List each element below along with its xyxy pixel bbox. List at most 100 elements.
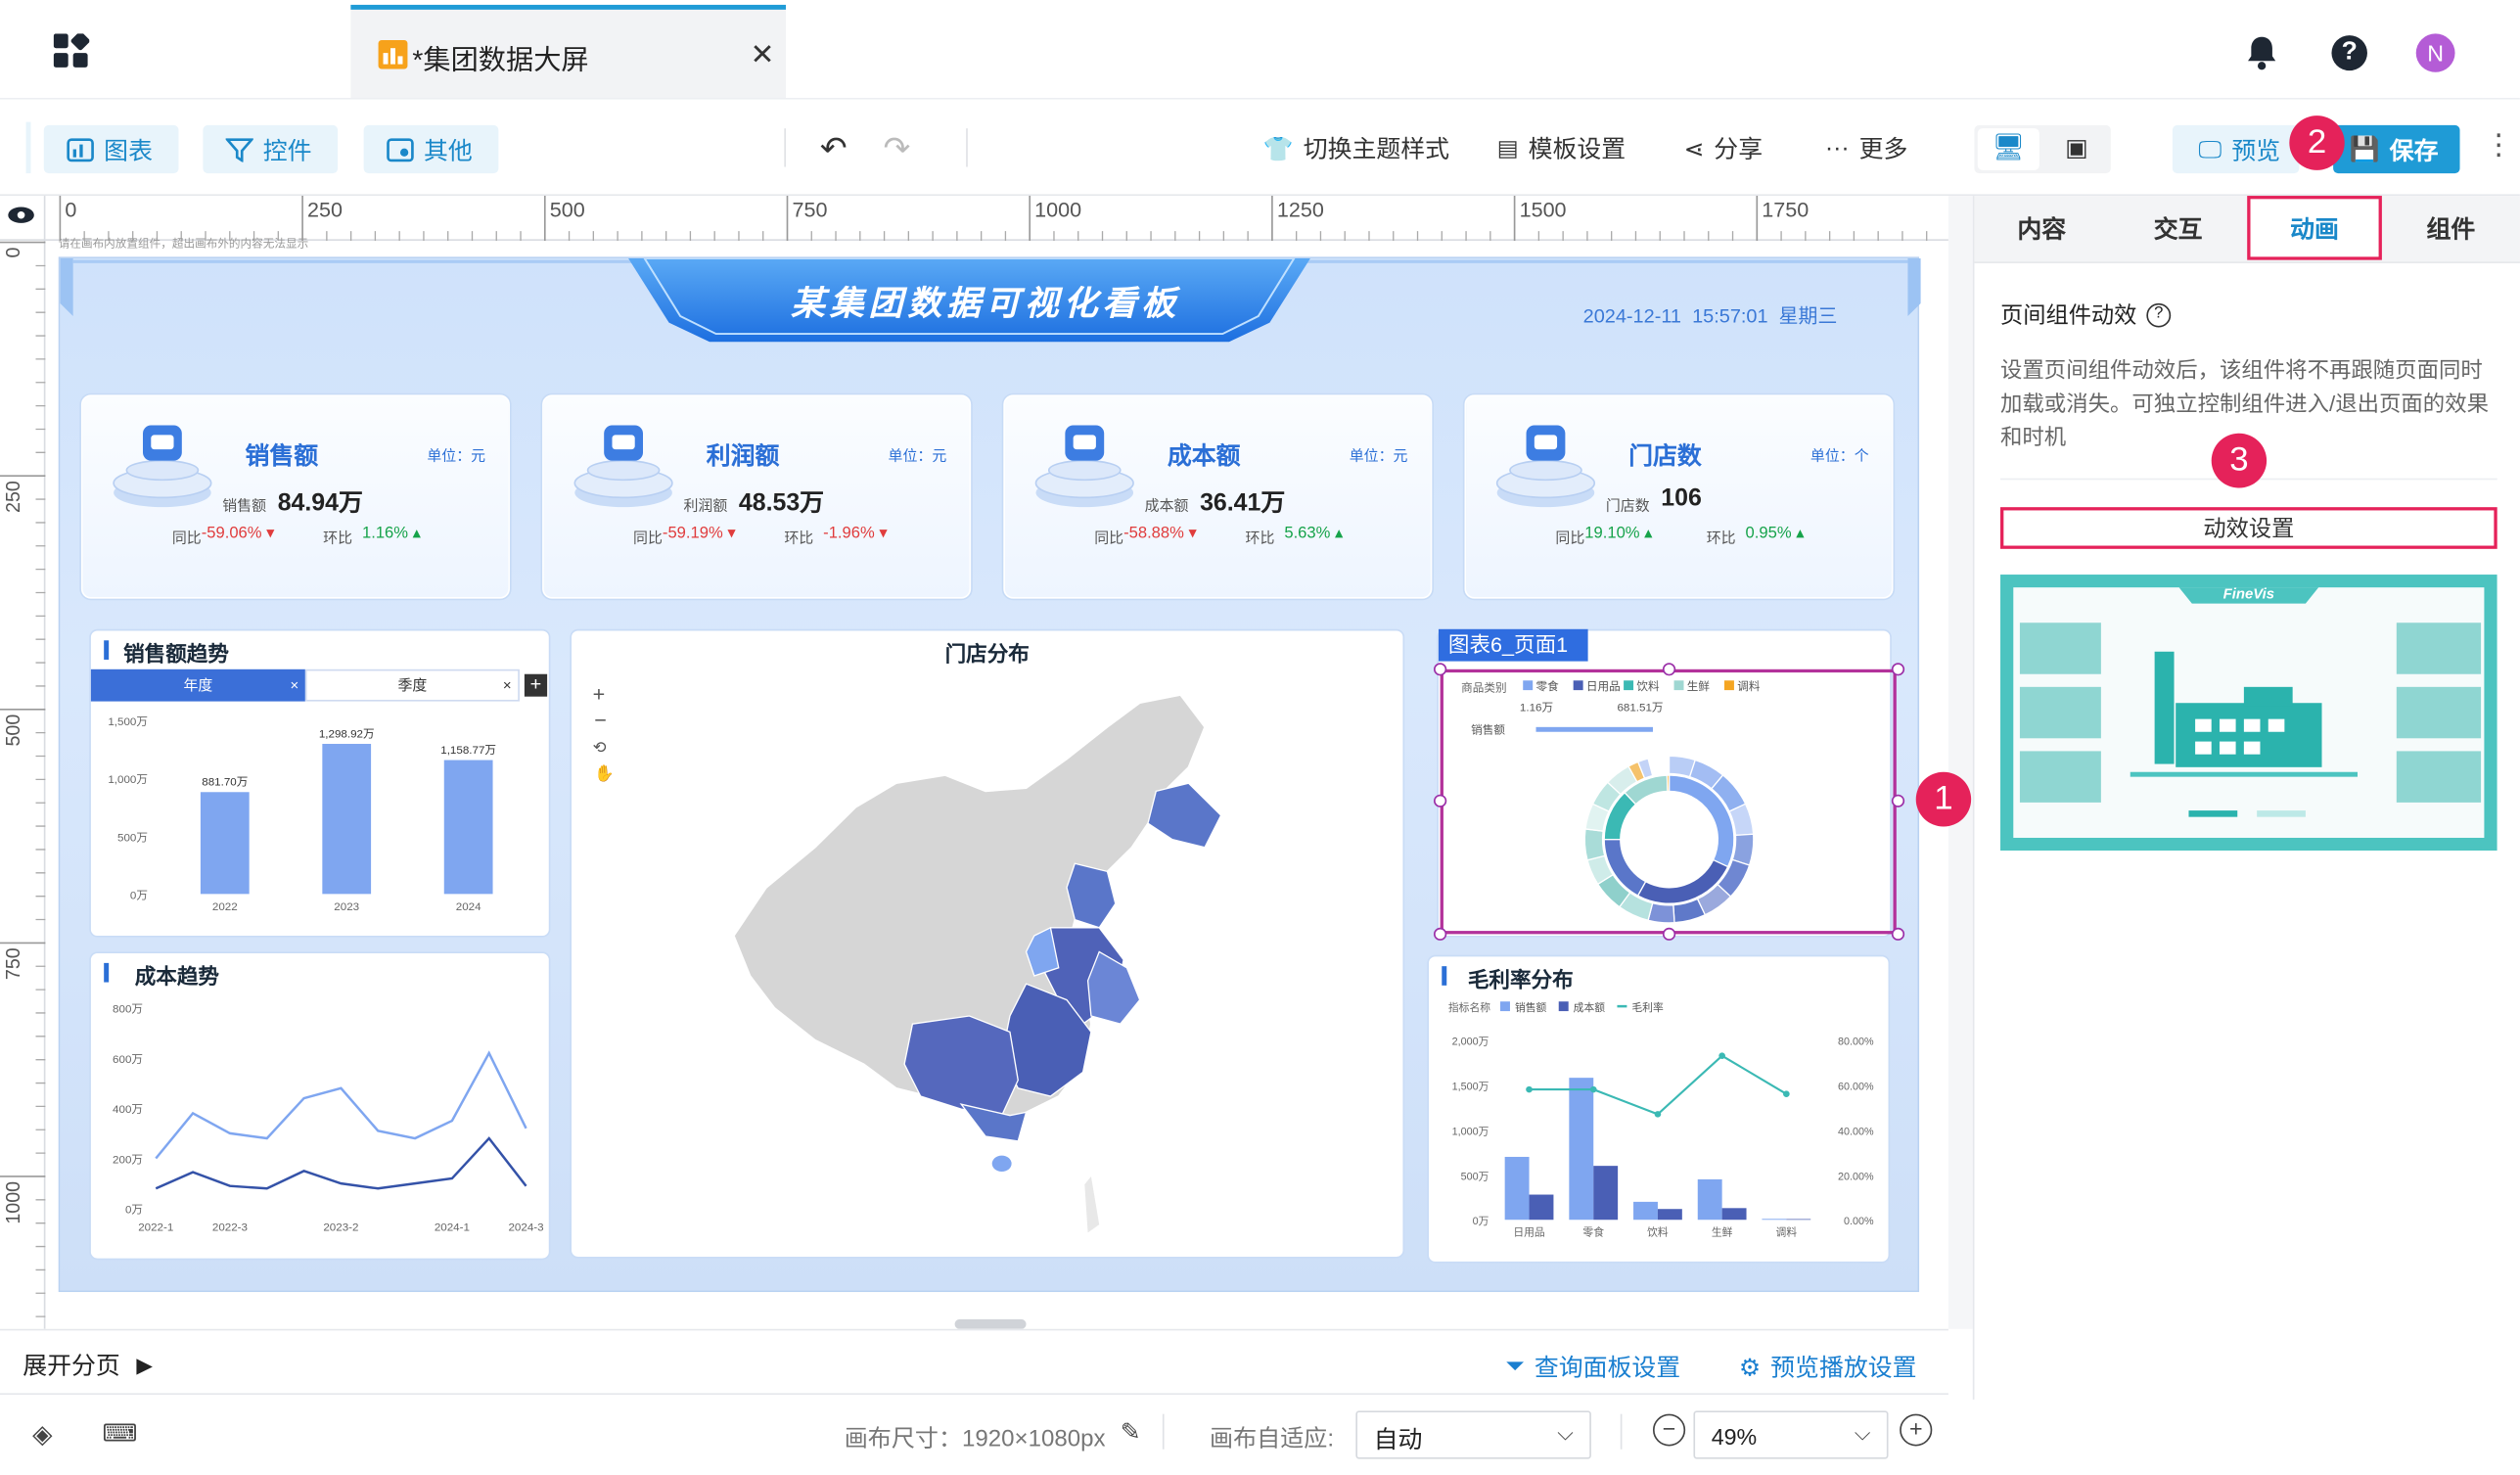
cost-bar[interactable] [1657,1209,1682,1221]
sales-bar[interactable] [1697,1178,1722,1221]
cost-bar[interactable] [1593,1166,1619,1221]
resize-handle-br[interactable] [1891,927,1905,941]
sales-bar[interactable] [1504,1156,1530,1221]
adapt-label: 画布自适应: [1210,1426,1335,1453]
bar[interactable] [443,760,493,895]
close-year-tab-icon[interactable]: × [291,669,299,702]
map-zoom-in-icon[interactable]: + [593,682,606,707]
preview-button[interactable]: 🖵 预览 [2172,124,2300,174]
eye-toggle-icon[interactable] [0,196,46,241]
save-button[interactable]: 💾 保存 [2333,124,2460,174]
cost-trend-panel[interactable]: 成本趋势 0万 200万 400万 600万 800万 2022-1 2022-3 2023-… [90,953,549,1259]
template-settings-button[interactable]: ▤ 模板设置 [1497,131,1626,164]
cost-line-chart[interactable]: 0万 200万 400万 600万 800万 2022-1 2022-3 2023-2 2024… [91,989,549,1255]
layers-icon[interactable]: ◈ [32,1419,52,1452]
tab-interaction[interactable]: 交互 [2111,196,2246,260]
margin-rate-point[interactable] [1589,1085,1597,1093]
tab-dashboard[interactable]: *集团数据大屏 ✕ [350,4,787,99]
margin-rate-point[interactable] [1718,1052,1725,1059]
cost-bar[interactable] [1721,1208,1747,1221]
other-button[interactable]: 其他 [363,124,499,174]
mobile-view-icon[interactable]: ▣ [2045,128,2107,170]
help-circle-icon[interactable]: ? [2146,302,2172,327]
switch-theme-button[interactable]: 👕 切换主题样式 [1263,131,1449,164]
store-map-panel[interactable]: 门店分布 + − ⟲ ✋ [572,630,1403,1257]
inner-slice[interactable] [1666,774,1671,793]
add-tab-icon[interactable]: + [524,673,548,697]
resize-handle-t[interactable] [1662,663,1676,676]
expand-pages-toggle[interactable]: 展开分页 ▶ [23,1348,153,1381]
sales-bar-chart[interactable]: 0万 500万 1,000万 1,500万 881.70万 2022 1,298.92万 20… [91,705,549,933]
sales-bar[interactable] [1633,1201,1658,1221]
map-reset-icon[interactable]: ⟲ [593,740,607,758]
series-line[interactable] [155,1136,527,1190]
undo-icon[interactable]: ↶ [820,128,848,168]
margin-rate-point[interactable] [1654,1111,1662,1118]
tab-animation[interactable]: 动画 [2247,196,2382,260]
map-zoom-out-icon[interactable]: − [594,708,607,732]
bar-value-label: 1,158.77万 [440,745,496,757]
resize-handle-tl[interactable] [1433,663,1447,676]
kpi-value: 48.53万 [738,489,825,518]
zoom-in-icon[interactable]: + [1900,1413,1933,1447]
tab-content[interactable]: 内容 [1974,196,2109,260]
app-grid-icon[interactable] [53,33,90,69]
bell-icon[interactable] [2246,35,2278,70]
chart-button[interactable]: 图表 [43,124,179,174]
tab-year[interactable]: 年度 × [90,668,305,702]
query-panel-settings-button[interactable]: ⏷ 查询面板设置 [1505,1350,1680,1383]
selected-component-label[interactable]: 图表6_页面1 [1438,628,1588,662]
kpi-card[interactable]: 成本额 单位：元 成本额 36.41万 同比 -58.88% ▾ 环比 5.63… [1003,394,1433,599]
cost-bar[interactable] [1786,1219,1811,1221]
series-line[interactable] [155,1050,527,1160]
kpi-label: 门店数 [1605,497,1650,514]
close-tab-icon[interactable]: ✕ [751,38,775,71]
mini-bar[interactable] [1535,726,1653,732]
edit-pencil-icon[interactable]: ✎ [1121,1417,1141,1447]
tab-component[interactable]: 组件 [2384,196,2519,260]
adapt-select[interactable]: 自动 ⌵ [1355,1410,1591,1459]
resize-handle-tr[interactable] [1891,663,1905,676]
legend-label: 销售额 [1515,1001,1547,1014]
sales-trend-panel[interactable]: 销售额趋势 年度 × 季度 × + 0万 500万 1,000万 1,500万 881.70… [90,630,549,937]
margin-rate-point[interactable] [1526,1085,1533,1093]
cost-bar[interactable] [1529,1194,1554,1221]
user-avatar[interactable]: N [2415,33,2455,72]
resize-handle-r[interactable] [1891,794,1905,807]
margin-panel[interactable]: 毛利率分布 指标名称 销售额 成本额 毛利率 0万 500万 1,000万 1,500万 2,0… [1429,956,1889,1262]
more-button[interactable]: ··· 更多 [1825,131,1908,164]
kpi-card[interactable]: 门店数 单位：个 门店数 106 同比 19.10% ▴ 环比 0.95% ▴ [1464,394,1894,599]
control-button[interactable]: 控件 [203,124,339,174]
animation-preview-thumbnail[interactable]: FineVis [2000,575,2497,852]
margin-rate-point[interactable] [1783,1090,1790,1097]
kebab-menu-icon[interactable]: ⋮ [2484,128,2513,161]
effect-settings-button[interactable]: 动效设置 [2000,507,2497,549]
kpi-card[interactable]: 销售额 单位：元 销售额 84.94万 同比 -59.06% ▾ 环比 1.16… [80,394,510,599]
resize-handle-l[interactable] [1433,794,1447,807]
bar[interactable] [200,792,250,895]
category-donut-chart[interactable]: 商品类别 零食 日用品 饮料 生鲜 调料 1.16万 681.51万销售额 [1442,672,1893,929]
desktop-view-icon[interactable]: 🖥 [1977,128,2039,170]
share-button[interactable]: ⋖ 分享 [1683,131,1763,164]
margin-rate-line[interactable] [1529,1054,1787,1116]
help-icon[interactable]: ? [2331,35,2367,71]
margin-combo-chart[interactable]: 指标名称 销售额 成本额 毛利率 0万 500万 1,000万 1,500万 2,000万 0.0… [1429,995,1889,1259]
kpi-card[interactable]: 利润额 单位：元 利润额 48.53万 同比 -59.19% ▾ 环比 -1.9… [542,394,972,599]
category-donut-panel[interactable]: 图表6_页面1 商品类别 零食 日用品 饮料 生鲜 调料 1.16万 681.51万 销售额 [1438,628,1897,937]
redo-icon[interactable]: ↷ [884,128,911,168]
bar[interactable] [322,744,372,895]
resize-handle-bl[interactable] [1433,927,1447,941]
zoom-select[interactable]: 49% ⌵ [1693,1410,1889,1459]
sales-bar[interactable] [1569,1078,1594,1221]
close-quarter-tab-icon[interactable]: × [503,670,512,700]
zoom-out-icon[interactable]: − [1652,1413,1686,1447]
keyboard-icon[interactable]: ⌨ [103,1419,138,1448]
resize-handle-b[interactable] [1662,927,1676,941]
china-map[interactable] [702,695,1318,1241]
map-pan-icon[interactable]: ✋ [594,765,615,783]
preview-playback-settings-button[interactable]: ⚙ 预览播放设置 [1739,1350,1917,1383]
outer-slice[interactable] [1583,828,1606,861]
sales-bar[interactable] [1762,1219,1787,1221]
tab-quarter[interactable]: 季度 × [304,668,520,702]
canvas-resize-grip[interactable] [954,1318,1027,1329]
